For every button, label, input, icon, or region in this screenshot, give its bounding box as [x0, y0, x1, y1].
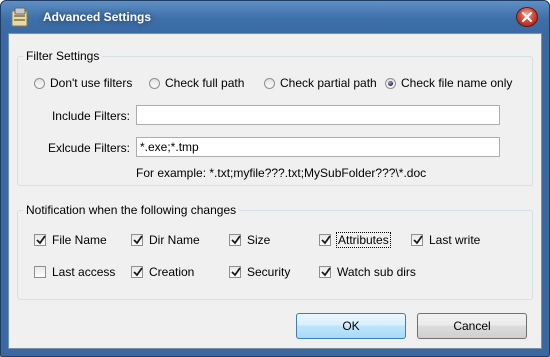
- checkmark-icon: [413, 235, 423, 245]
- checkbox-watch-sub-dirs[interactable]: Watch sub dirs: [319, 265, 416, 279]
- checkbox[interactable]: [319, 266, 331, 278]
- dialog-window: Advanced Settings Filter Settings Don't …: [0, 0, 550, 357]
- checkbox-label: File Name: [52, 233, 107, 247]
- radio-dont-use-filters[interactable]: Don't use filters: [34, 76, 132, 90]
- checkbox-security[interactable]: Security: [229, 265, 290, 279]
- cancel-button[interactable]: Cancel: [417, 313, 527, 339]
- filter-settings-label: Filter Settings: [23, 49, 103, 63]
- checkbox[interactable]: [34, 266, 46, 278]
- checkbox-size[interactable]: Size: [229, 233, 270, 247]
- checkbox[interactable]: [229, 266, 241, 278]
- checkmark-icon: [133, 267, 143, 277]
- checkmark-icon: [231, 267, 241, 277]
- radio-button[interactable]: [385, 77, 396, 89]
- radio-button[interactable]: [149, 77, 160, 89]
- ok-button[interactable]: OK: [296, 313, 406, 339]
- close-icon: [521, 11, 533, 23]
- checkbox-file-name[interactable]: File Name: [34, 233, 107, 247]
- dialog-body: Filter Settings Don't use filters Check …: [8, 33, 542, 349]
- radio-label: Check full path: [165, 76, 245, 90]
- filter-example-text: For example: *.txt;myfile???.txt;MySubFo…: [136, 166, 427, 180]
- include-filters-input[interactable]: [136, 105, 500, 125]
- checkbox-label: Creation: [149, 265, 195, 279]
- filter-settings-group: Filter Settings Don't use filters Check …: [17, 49, 533, 186]
- checkbox-dir-name[interactable]: Dir Name: [131, 233, 200, 247]
- checkbox-label: Last access: [52, 265, 116, 279]
- radio-label: Check partial path: [280, 76, 377, 90]
- checkmark-icon: [231, 235, 241, 245]
- window-title: Advanced Settings: [43, 10, 152, 24]
- notification-group-label: Notification when the following changes: [23, 203, 240, 217]
- notification-group: Notification when the following changes …: [17, 203, 533, 300]
- checkbox[interactable]: [131, 234, 143, 246]
- checkbox-last-write[interactable]: Last write: [411, 233, 480, 247]
- checkbox-label: Watch sub dirs: [337, 265, 416, 279]
- checkmark-icon: [133, 235, 143, 245]
- checkbox-label: Attributes: [336, 232, 391, 248]
- exclude-filters-input[interactable]: [136, 137, 500, 157]
- radio-check-file-name-only[interactable]: Check file name only: [385, 76, 512, 90]
- checkmark-icon: [321, 235, 331, 245]
- close-button[interactable]: [516, 7, 538, 27]
- checkbox-label: Size: [247, 233, 271, 247]
- checkbox[interactable]: [34, 234, 46, 246]
- checkbox-last-access[interactable]: Last access: [34, 265, 115, 279]
- include-filters-label: Include Filters:: [51, 109, 130, 123]
- radio-check-full-path[interactable]: Check full path: [149, 76, 244, 90]
- radio-check-partial-path[interactable]: Check partial path: [264, 76, 377, 90]
- checkbox-attributes[interactable]: Attributes: [319, 232, 391, 248]
- exclude-filters-label: Exlcude Filters:: [47, 141, 130, 155]
- checkbox-label: Last write: [429, 233, 481, 247]
- checkmark-icon: [36, 235, 46, 245]
- checkmark-icon: [321, 267, 331, 277]
- radio-label: Check file name only: [401, 76, 513, 90]
- radio-button[interactable]: [264, 77, 275, 89]
- radio-label: Don't use filters: [50, 76, 133, 90]
- app-icon: [9, 6, 31, 28]
- checkbox-label: Security: [247, 265, 291, 279]
- title-bar[interactable]: Advanced Settings: [1, 1, 549, 33]
- checkbox-creation[interactable]: Creation: [131, 265, 194, 279]
- checkbox-label: Dir Name: [149, 233, 200, 247]
- checkbox[interactable]: [319, 234, 331, 246]
- checkbox[interactable]: [411, 234, 423, 246]
- checkbox[interactable]: [131, 266, 143, 278]
- radio-button[interactable]: [34, 77, 45, 89]
- checkbox[interactable]: [229, 234, 241, 246]
